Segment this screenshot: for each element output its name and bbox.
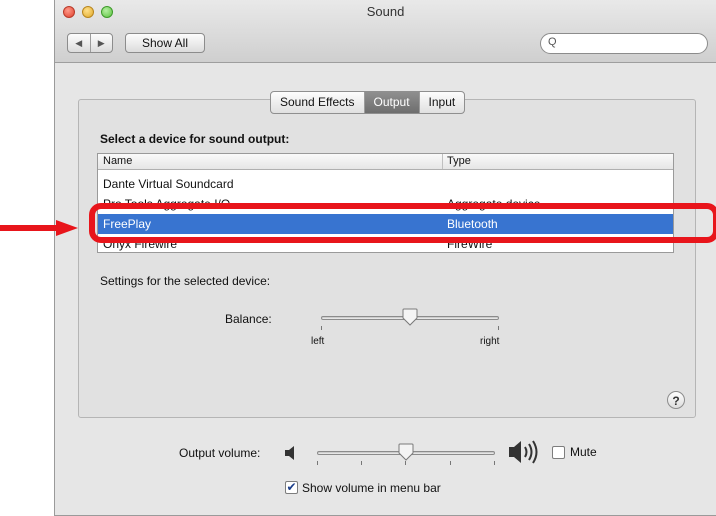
column-header-type[interactable]: Type <box>442 154 471 169</box>
sound-preferences-window: Sound ◀ ▶ Show All Q Sound Effects Outpu… <box>54 0 716 516</box>
search-icon: Q <box>548 36 557 48</box>
search-input[interactable]: Q <box>540 33 708 54</box>
back-button[interactable]: ◀ <box>68 34 91 52</box>
balance-right-label: right <box>480 336 500 347</box>
tab-content-panel <box>78 99 696 418</box>
show-volume-in-menu-bar-checkbox[interactable]: ✔ <box>285 481 298 494</box>
table-header: Name Type <box>98 154 673 170</box>
title-bar: Sound ◀ ▶ Show All Q <box>55 0 716 63</box>
volume-slider-thumb[interactable] <box>398 443 414 461</box>
volume-tick <box>405 461 406 465</box>
show-volume-in-menu-bar-label: Show volume in menu bar <box>302 481 441 495</box>
highlight-annotation-box <box>89 203 716 243</box>
column-header-name[interactable]: Name <box>103 155 132 167</box>
balance-left-label: left <box>311 336 325 347</box>
volume-tick <box>361 461 362 465</box>
balance-tick <box>498 326 499 330</box>
forward-button[interactable]: ▶ <box>91 34 113 52</box>
tab-output[interactable]: Output <box>364 92 420 113</box>
help-button[interactable]: ? <box>667 391 685 409</box>
balance-tick <box>321 326 322 330</box>
back-forward-control: ◀ ▶ <box>67 33 113 53</box>
tab-sound-effects[interactable]: Sound Effects <box>271 92 365 113</box>
table-row[interactable]: Dante Virtual Soundcard <box>98 174 673 194</box>
balance-label: Balance: <box>225 312 272 326</box>
settings-for-device-label: Settings for the selected device: <box>100 274 271 288</box>
volume-tick <box>494 461 495 465</box>
select-device-label: Select a device for sound output: <box>100 132 290 146</box>
device-name: Dante Virtual Soundcard <box>103 177 234 191</box>
check-icon: ✔ <box>286 480 297 494</box>
tab-input[interactable]: Input <box>420 92 465 113</box>
speaker-low-icon <box>285 446 294 460</box>
volume-tick <box>450 461 451 465</box>
window-title: Sound <box>366 4 405 19</box>
mute-label: Mute <box>570 445 597 459</box>
red-arrow-annotation <box>0 220 78 236</box>
output-volume-label: Output volume: <box>179 446 261 460</box>
speaker-high-icon <box>509 440 538 464</box>
balance-slider-thumb[interactable] <box>402 308 418 326</box>
mute-checkbox[interactable] <box>552 446 565 459</box>
show-all-button[interactable]: Show All <box>125 33 205 53</box>
volume-tick <box>317 461 318 465</box>
tab-bar: Sound Effects Output Input <box>270 91 466 114</box>
